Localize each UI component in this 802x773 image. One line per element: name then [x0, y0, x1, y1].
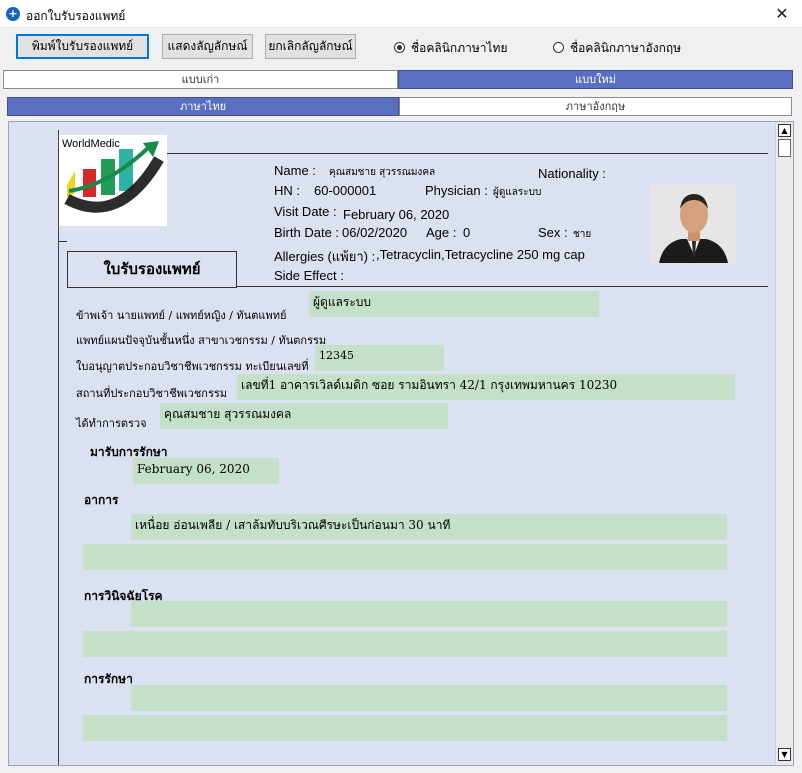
tab-new-version[interactable]: แบบใหม่ — [398, 70, 793, 89]
radio-label: ชื่อคลินิกภาษาอังกฤษ — [570, 41, 682, 55]
examined-label: ได้ทำการตรวจ — [76, 417, 147, 430]
radio-selected-icon — [394, 42, 405, 53]
certificate-document: WorldMedic Step to WMD 2020-2025 Name : … — [58, 130, 768, 765]
sex-value: ชาย — [573, 229, 592, 240]
scroll-up-icon[interactable]: ▲ — [778, 124, 791, 137]
diagnosis-field[interactable] — [131, 601, 727, 627]
growth-chart-icon: Step to WMD 2020-2025 — [64, 141, 164, 226]
tab-thai-language[interactable]: ภาษาไทย — [7, 97, 399, 116]
doctor-field[interactable]: ผู้ดูแลระบบ — [309, 291, 599, 317]
examined-field[interactable]: คุณสมชาย สุวรรณมงคล — [160, 403, 448, 429]
allergies-label: Allergies (แพ้ยา) : — [274, 249, 376, 264]
physician-label: Physician : — [425, 183, 488, 198]
certificate-preview-panel: WorldMedic Step to WMD 2020-2025 Name : … — [8, 121, 794, 766]
radio-clinic-name-thai[interactable]: ชื่อคลินิกภาษาไทย — [394, 40, 507, 56]
patient-name-value: คุณสมชาย สุวรรณมงคล — [329, 167, 436, 178]
practitioner-line: แพทย์แผนปัจจุบันชั้นหนึ่ง สาขาเวชกรรม / … — [76, 334, 327, 347]
patient-name-label: Name : — [274, 163, 316, 178]
clinic-logo: WorldMedic Step to WMD 2020-2025 — [59, 135, 167, 226]
license-field[interactable]: 12345 — [315, 345, 444, 371]
patient-photo — [651, 185, 736, 263]
physician-value: ผู้ดูแลระบบ — [493, 187, 542, 198]
allergies-value: ,Tetracyclin,Tetracycline 250 mg cap — [376, 247, 585, 262]
tab-old-version[interactable]: แบบเก่า — [3, 70, 398, 89]
doctor-label: ข้าพเจ้า นายแพทย์ / แพทย์หญิง / ทันตแพทย… — [76, 309, 287, 322]
birth-date-label: Birth Date : — [274, 225, 340, 240]
age-label: Age : — [426, 225, 457, 240]
diagnosis-field-line-2[interactable] — [83, 631, 727, 657]
cancel-signature-button[interactable]: ยกเลิกลัญลักษณ์ — [265, 34, 356, 59]
treatment-label: การรักษา — [84, 672, 133, 686]
visit-date-label: Visit Date : — [274, 204, 337, 219]
logo-tagline: Step to WMD 2020-2025 — [70, 208, 153, 226]
window-title: ออกใบรับรองแพทย์ — [26, 9, 126, 23]
print-certificate-button[interactable]: พิมพ์ใบรับรองแพทย์ — [16, 34, 149, 59]
workplace-field[interactable]: เลขที่1 อาคารเวิลด์เมดิก ซอย รามอินทรา 4… — [237, 374, 735, 400]
hn-label: HN : — [274, 183, 300, 198]
nationality-label: Nationality : — [538, 166, 606, 181]
scroll-thumb[interactable] — [778, 139, 791, 157]
tab-english-language[interactable]: ภาษาอังกฤษ — [399, 97, 792, 116]
title-bar: + ออกใบรับรองแพทย์ ✕ — [0, 0, 802, 28]
patient-avatar-icon — [651, 185, 736, 263]
birth-date-value: 06/02/2020 — [342, 225, 408, 240]
app-icon: + — [6, 7, 20, 21]
treatment-field-line-2[interactable] — [83, 715, 727, 741]
radio-clinic-name-english[interactable]: ชื่อคลินิกภาษาอังกฤษ — [553, 40, 681, 56]
vertical-scrollbar[interactable]: ▲ ▼ — [775, 122, 793, 765]
hn-value: 60-000001 — [314, 183, 377, 198]
symptoms-field[interactable]: เหนื่อย อ่อนเพลีย / เสาล้มทับบริเวณศีรษะ… — [131, 514, 727, 540]
treatment-field[interactable] — [131, 685, 727, 711]
symptoms-label: อาการ — [84, 493, 119, 507]
visit-date-value: February 06, 2020 — [343, 207, 450, 222]
treatment-date-field[interactable]: February 06, 2020 — [133, 458, 279, 484]
side-effect-label: Side Effect : — [274, 268, 344, 283]
radio-label: ชื่อคลินิกภาษาไทย — [411, 41, 508, 55]
sex-label: Sex : — [538, 225, 568, 240]
age-value: 0 — [463, 225, 471, 240]
radio-unselected-icon — [553, 42, 564, 53]
show-signature-button[interactable]: แสดงลัญลักษณ์ — [162, 34, 253, 59]
license-label: ใบอนุญาตประกอบวิชาชีพเวชกรรม ทะเบียนเลขท… — [76, 360, 309, 373]
symptoms-field-line-2[interactable] — [83, 544, 727, 570]
workplace-label: สถานที่ประกอบวิชาชีพเวชกรรม — [76, 387, 228, 400]
certificate-heading: ใบรับรองแพทย์ — [67, 251, 237, 288]
close-button[interactable]: ✕ — [762, 0, 802, 28]
scroll-down-icon[interactable]: ▼ — [778, 748, 791, 761]
